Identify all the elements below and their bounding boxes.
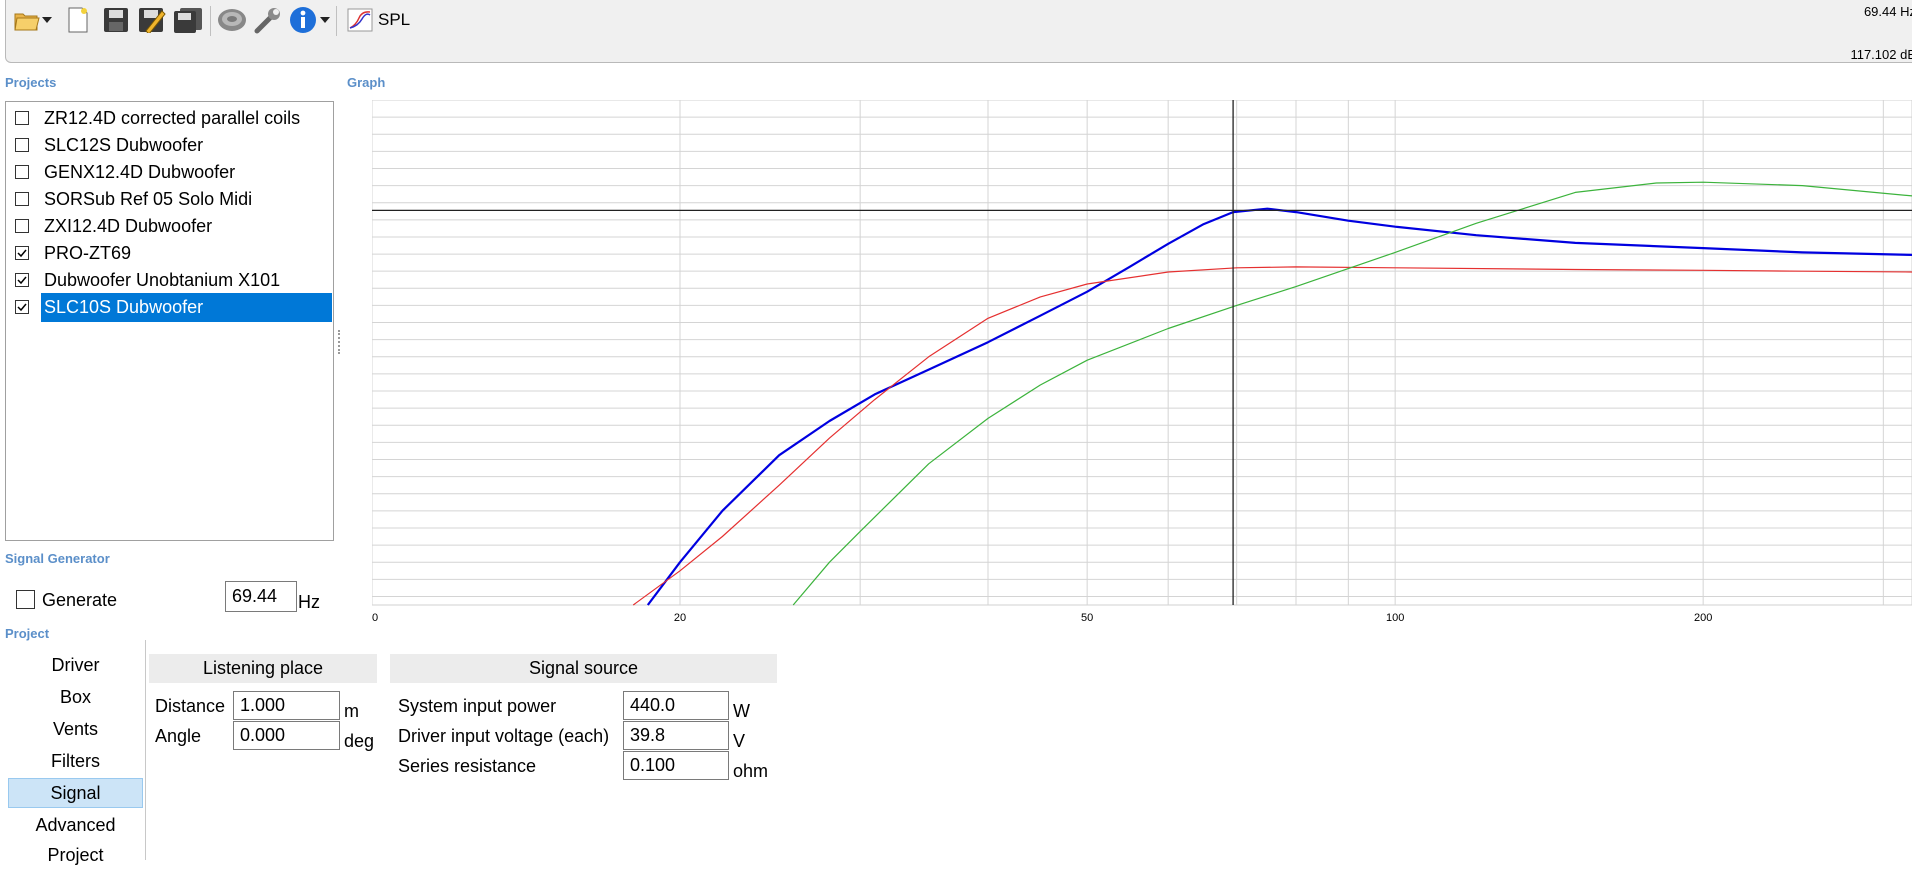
list-item-label: GENX12.4D Dubwoofer	[44, 161, 236, 182]
generator-frequency-field[interactable]: 69.44	[225, 581, 297, 612]
list-item[interactable]: GENX12.4D Dubwoofer	[6, 158, 333, 186]
checkbox[interactable]	[15, 300, 29, 314]
generator-frequency-unit: Hz	[298, 592, 320, 612]
listening-place-title: Listening place	[149, 654, 377, 683]
x-tick-label: 50	[1081, 612, 1093, 624]
x-tick-label: 20	[674, 612, 686, 624]
nav-filters[interactable]: Filters	[8, 746, 143, 776]
voltage-field[interactable]: 39.8	[623, 721, 729, 750]
list-item-selected[interactable]: SLC10S Dubwoofer	[6, 292, 333, 322]
list-item-label: Dubwoofer Unobtanium X101	[44, 269, 281, 290]
x-tick-label: 10	[372, 612, 378, 624]
x-tick-label: 100	[1386, 612, 1404, 624]
graph-section-label: Graph	[347, 75, 386, 90]
power-label: System input power	[398, 696, 557, 716]
projects-list[interactable]: ZR12.4D corrected parallel coils SLC12S …	[5, 101, 334, 541]
generate-label: Generate	[42, 590, 118, 610]
checkbox[interactable]	[15, 138, 29, 152]
distance-unit: m	[344, 701, 359, 721]
checkmark-icon	[17, 303, 27, 312]
x-tick-label: 200	[1694, 612, 1712, 624]
checkbox[interactable]	[15, 219, 29, 233]
list-item[interactable]: PRO-ZT69	[6, 239, 333, 267]
save-icon[interactable]	[102, 2, 130, 38]
generate-checkbox[interactable]	[16, 590, 35, 609]
list-item-label: PRO-ZT69	[44, 242, 132, 263]
level-readout: 117.102 dB	[1850, 47, 1912, 62]
info-icon[interactable]	[288, 2, 318, 38]
dropdown-arrow-icon[interactable]	[319, 2, 331, 38]
resistance-field[interactable]: 0.100	[623, 751, 729, 780]
list-item[interactable]: SORSub Ref 05 Solo Midi	[6, 185, 333, 213]
angle-label: Angle	[155, 726, 202, 746]
list-item-label: SLC12S Dubwoofer	[44, 134, 204, 155]
project-section-label: Project	[5, 626, 50, 641]
nav-driver[interactable]: Driver	[8, 650, 143, 680]
nav-box[interactable]: Box	[8, 682, 143, 712]
list-item[interactable]: ZR12.4D corrected parallel coils	[6, 104, 333, 132]
plot-area	[372, 100, 1912, 606]
list-item-label: ZXI12.4D Dubwoofer	[44, 215, 213, 236]
checkbox[interactable]	[15, 165, 29, 179]
spl-chart-icon[interactable]	[346, 2, 374, 38]
projects-section-label: Projects	[5, 75, 57, 90]
new-file-icon[interactable]	[66, 2, 90, 38]
angle-unit: deg	[344, 731, 375, 751]
distance-label: Distance	[155, 696, 226, 716]
save-all-icon[interactable]	[172, 2, 204, 38]
nav-advanced[interactable]: Advanced	[8, 810, 143, 840]
nav-signal[interactable]: Signal	[8, 778, 143, 808]
spl-graph[interactable]: 7274767880828486889092949698100102104106…	[372, 100, 1912, 630]
checkmark-icon	[17, 249, 27, 258]
list-item[interactable]: Dubwoofer Unobtanium X101	[6, 266, 333, 294]
speaker-icon[interactable]	[216, 2, 248, 38]
dropdown-arrow-icon[interactable]	[41, 2, 53, 38]
checkbox[interactable]	[15, 273, 29, 287]
list-item-label: ZR12.4D corrected parallel coils	[44, 107, 301, 128]
checkbox[interactable]	[15, 192, 29, 206]
list-item-label: SLC10S Dubwoofer	[41, 292, 332, 322]
checkmark-icon	[17, 276, 27, 285]
distance-field[interactable]: 1.000	[233, 691, 340, 720]
toolbar: SPL 69.44 Hz 117.102 dB	[5, 0, 1912, 63]
checkbox[interactable]	[15, 246, 29, 260]
checkbox[interactable]	[15, 111, 29, 125]
nav-vents[interactable]: Vents	[8, 714, 143, 744]
angle-field[interactable]: 0.000	[233, 721, 340, 750]
open-folder-icon[interactable]	[14, 2, 40, 38]
list-item-label: SORSub Ref 05 Solo Midi	[44, 188, 253, 209]
list-item[interactable]: SLC12S Dubwoofer	[6, 131, 333, 159]
list-item[interactable]: ZXI12.4D Dubwoofer	[6, 212, 333, 240]
wrench-icon[interactable]	[252, 2, 282, 38]
voltage-unit: V	[733, 731, 746, 751]
signal-generator-section-label: Signal Generator	[5, 551, 110, 566]
nav-project[interactable]: Project	[8, 840, 143, 870]
edit-save-icon[interactable]	[137, 2, 167, 38]
spl-mode-label[interactable]: SPL	[378, 10, 410, 30]
power-unit: W	[733, 701, 750, 721]
splitter-handle[interactable]	[338, 330, 343, 354]
voltage-label: Driver input voltage (each)	[398, 726, 610, 746]
resistance-unit: ohm	[733, 761, 769, 781]
frequency-readout: 69.44 Hz	[1863, 4, 1912, 19]
signal-source-title: Signal source	[390, 654, 777, 683]
resistance-label: Series resistance	[398, 756, 537, 776]
power-field[interactable]: 440.0	[623, 691, 729, 720]
